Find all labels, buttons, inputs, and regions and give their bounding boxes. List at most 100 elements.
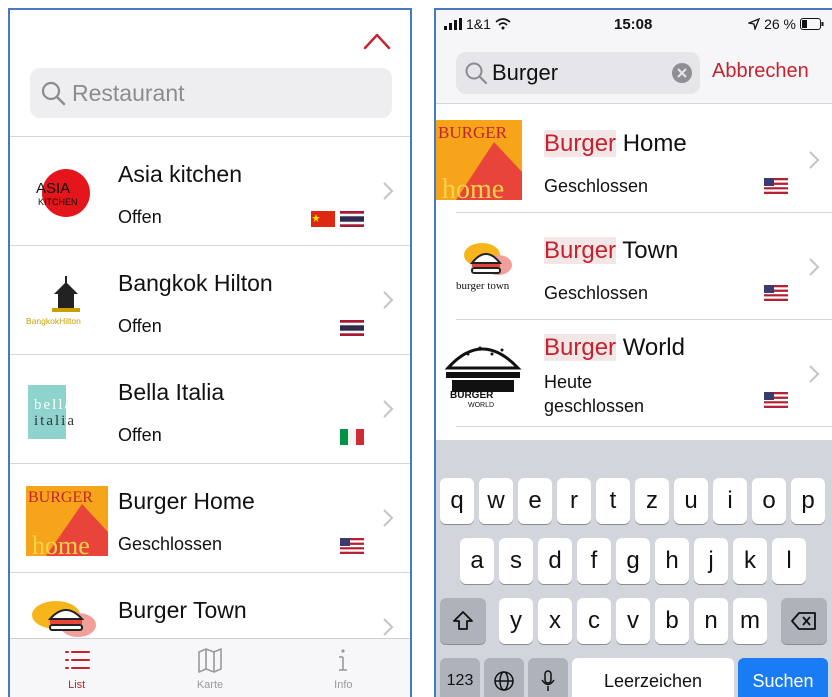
key-a[interactable]: a (460, 538, 494, 584)
svg-text:BURGER: BURGER (450, 390, 494, 401)
svg-text:italia: italia (34, 413, 76, 429)
chevron-right-icon (383, 618, 394, 636)
list-icon (64, 651, 90, 669)
asia-kitchen-logo: ASIA KITCHEN (36, 169, 90, 217)
numbers-key[interactable]: 123 (440, 658, 480, 697)
svg-text:BURGER: BURGER (438, 123, 508, 142)
search-results-list: BURGER home Burger Home Geschlossen burg… (436, 106, 832, 427)
burger-home-logo: BURGER home (436, 120, 522, 200)
shift-key[interactable] (440, 598, 486, 644)
chevron-right-icon (383, 182, 394, 200)
key-x[interactable]: x (538, 598, 572, 644)
burger-town-logo: burger town (456, 243, 512, 292)
thailand-flag-icon (340, 320, 364, 336)
battery-icon (800, 18, 824, 30)
key-g[interactable]: g (616, 538, 650, 584)
open-status: Offen (118, 207, 162, 227)
search-input[interactable]: Burger (456, 52, 700, 94)
globe-key[interactable] (484, 658, 524, 697)
key-f[interactable]: f (577, 538, 611, 584)
tab-karte[interactable]: Karte (143, 639, 276, 697)
svg-text:burger town: burger town (456, 280, 510, 292)
list-item[interactable]: BURGER WORLD Burger World Heute geschloss… (444, 320, 832, 427)
cancel-button[interactable]: Abbrechen (712, 60, 809, 83)
key-i[interactable]: i (713, 478, 747, 524)
svg-text:KITCHEN: KITCHEN (38, 197, 78, 207)
search-key[interactable]: Suchen (738, 658, 828, 697)
chevron-up-icon[interactable] (362, 30, 392, 52)
restaurant-name: Burger World (544, 334, 685, 362)
key-b[interactable]: b (655, 598, 689, 644)
closed-status: Geschlossen (544, 283, 649, 303)
battery-percent: 26 % (764, 16, 796, 32)
space-key[interactable]: Leerzeichen (572, 658, 734, 697)
svg-text:BURGER: BURGER (28, 489, 93, 506)
list-item[interactable]: BangkokHilton Bangkok Hilton Offen (10, 245, 410, 354)
key-w[interactable]: w (479, 478, 513, 524)
key-o[interactable]: o (752, 478, 786, 524)
key-u[interactable]: u (674, 478, 708, 524)
thailand-flag-icon (340, 211, 364, 227)
backspace-icon (791, 612, 816, 630)
key-q[interactable]: q (440, 478, 474, 524)
key-k[interactable]: k (733, 538, 767, 584)
tab-list[interactable]: List (10, 639, 143, 697)
key-p[interactable]: p (791, 478, 825, 524)
usa-flag-icon (764, 392, 788, 408)
svg-text:home: home (32, 531, 90, 556)
screenshot-stage: Restaurant ASIA KITCHEN Asia kitchen Off… (0, 0, 832, 697)
chevron-right-icon (809, 258, 820, 276)
key-d[interactable]: d (538, 538, 572, 584)
china-flag-icon (311, 211, 335, 227)
key-n[interactable]: n (694, 598, 728, 644)
chevron-right-icon (383, 400, 394, 418)
bella-italia-logo: bella italia (28, 385, 76, 439)
map-icon (198, 648, 222, 673)
name-rest: Home (616, 130, 687, 157)
search-placeholder: Restaurant (72, 79, 185, 106)
key-v[interactable]: v (616, 598, 650, 644)
list-item[interactable]: burger town Burger Town Geschlossen (456, 213, 832, 320)
name-rest: Town (616, 237, 679, 264)
key-z[interactable]: z (635, 478, 669, 524)
key-e[interactable]: e (518, 478, 552, 524)
keyboard: q w e r t z u i o p a s d f g h j k l y … (436, 440, 832, 697)
search-highlight: Burger (544, 334, 617, 361)
key-s[interactable]: s (499, 538, 533, 584)
key-y[interactable]: y (499, 598, 533, 644)
restaurant-name: Burger Home (118, 488, 255, 514)
key-r[interactable]: r (557, 478, 591, 524)
key-j[interactable]: j (694, 538, 728, 584)
restaurant-list-screen: Restaurant ASIA KITCHEN Asia kitchen Off… (8, 8, 412, 697)
wifi-icon (495, 18, 511, 30)
list-item[interactable]: BURGER home Burger Home Geschlossen (436, 106, 832, 213)
burger-home-logo: BURGER home (26, 486, 108, 556)
tab-list-label: List (68, 679, 86, 691)
search-value: Burger (492, 60, 559, 85)
burger-world-logo: BURGER WORLD (444, 346, 522, 409)
search-highlight: Burger (544, 130, 617, 157)
name-rest: World (616, 334, 685, 361)
tab-karte-label: Karte (196, 679, 224, 691)
chevron-right-icon (383, 509, 394, 527)
clear-icon[interactable] (672, 63, 692, 83)
list-item[interactable]: BURGER home Burger Home Geschlossen (10, 463, 410, 572)
open-status: Offen (118, 316, 162, 336)
location-arrow-icon (748, 18, 761, 30)
key-h[interactable]: h (655, 538, 689, 584)
key-l[interactable]: l (772, 538, 806, 584)
search-icon (465, 62, 488, 85)
key-m[interactable]: m (733, 598, 767, 644)
key-t[interactable]: t (596, 478, 630, 524)
tab-info[interactable]: Info (277, 639, 410, 697)
backspace-key[interactable] (781, 598, 827, 644)
globe-icon (494, 671, 514, 691)
restaurant-search-input[interactable]: Restaurant (30, 68, 392, 118)
svg-text:home: home (442, 174, 504, 200)
list-item[interactable]: ASIA KITCHEN Asia kitchen Offen (10, 136, 410, 245)
list-item[interactable]: bella italia Bella Italia Offen (10, 354, 410, 463)
dictation-key[interactable] (528, 658, 568, 697)
search-header: Burger Abbrechen (436, 40, 832, 104)
key-c[interactable]: c (577, 598, 611, 644)
carrier-name: 1&1 (466, 16, 491, 32)
